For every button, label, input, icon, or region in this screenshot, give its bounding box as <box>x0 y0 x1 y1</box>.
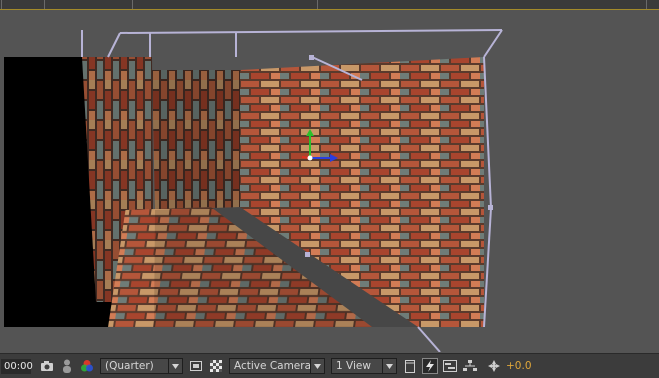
transparency-grid-icon[interactable] <box>208 358 224 374</box>
composition-canvas[interactable] <box>0 10 659 353</box>
region-of-interest-icon[interactable] <box>188 358 204 374</box>
panel-tab-strip <box>0 0 659 10</box>
tab-divider <box>1 0 2 9</box>
tab-divider <box>317 0 318 9</box>
tab-divider <box>44 0 45 9</box>
3d-scene-render <box>4 57 484 327</box>
fast-previews-icon[interactable] <box>422 358 438 374</box>
timeline-icon[interactable] <box>442 358 458 374</box>
color-channels-icon[interactable] <box>79 358 95 374</box>
camera-view-dropdown[interactable]: Active Camera <box>229 358 325 374</box>
exposure-reset-icon[interactable] <box>486 358 502 374</box>
tab-divider <box>646 0 647 9</box>
camera-view-value: Active Camera <box>234 360 312 372</box>
resolution-dropdown[interactable]: (Quarter) <box>100 358 183 374</box>
show-snapshot-icon[interactable] <box>59 358 75 374</box>
view-layout-value: 1 View <box>336 360 371 372</box>
tab-divider <box>132 0 133 9</box>
pixel-aspect-icon[interactable] <box>402 358 418 374</box>
composition-viewer[interactable] <box>0 10 659 353</box>
resolution-value: (Quarter) <box>105 360 154 372</box>
current-time-field[interactable]: 00:00 <box>1 358 33 374</box>
viewer-status-bar: 00:00 (Quarter) Active Camera 1 View +0.… <box>0 353 659 378</box>
snapshot-icon[interactable] <box>39 358 55 374</box>
dropdown-arrow-icon <box>382 359 396 373</box>
dropdown-arrow-icon <box>310 359 324 373</box>
exposure-value[interactable]: +0.0 <box>506 360 532 372</box>
flowchart-icon[interactable] <box>462 358 478 374</box>
dropdown-arrow-icon <box>168 359 182 373</box>
anchor-point[interactable] <box>307 155 313 161</box>
view-layout-dropdown[interactable]: 1 View <box>331 358 397 374</box>
